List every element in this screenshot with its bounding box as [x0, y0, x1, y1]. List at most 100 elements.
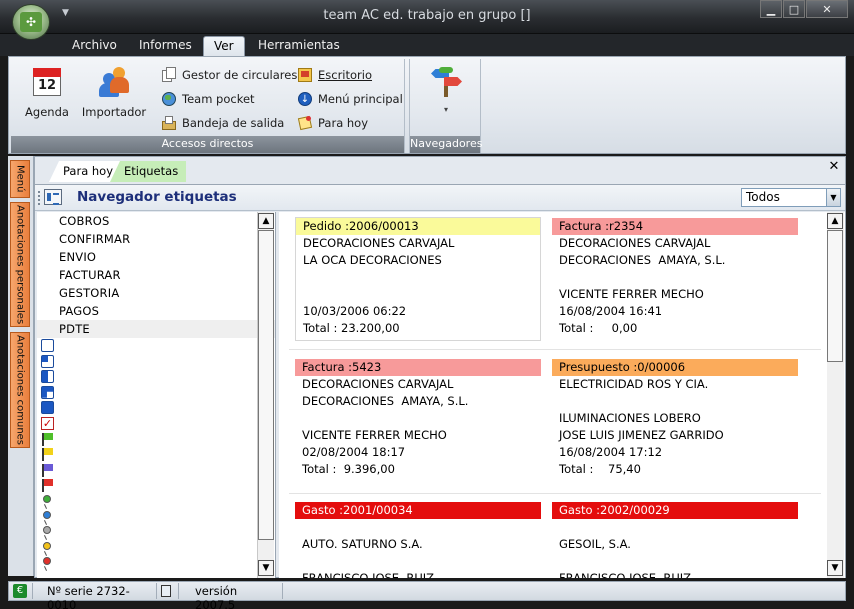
list-item[interactable]: PDTE	[37, 320, 275, 338]
progress-empty-icon[interactable]	[41, 338, 55, 353]
side-tab-menu[interactable]: Menú	[10, 160, 30, 198]
card-header: Gasto :2001/00034	[295, 502, 541, 519]
green-flag-icon[interactable]	[41, 432, 55, 447]
minimize-button[interactable]: ▁	[760, 0, 782, 18]
navegadores-button[interactable]: ▾	[426, 65, 466, 114]
card-factura[interactable]: Factura :r2354 DECORACIONES CARVAJAL DEC…	[552, 218, 798, 342]
cards-scroll-thumb[interactable]	[827, 230, 843, 362]
close-panel-icon[interactable]: ✕	[827, 160, 841, 175]
accesos-directos-label: Accesos directos	[11, 136, 404, 153]
agenda-button[interactable]: 12 Agenda	[21, 65, 73, 119]
card-line: 02/08/2004 18:17	[302, 445, 406, 459]
card-pedido[interactable]: Pedido :2006/00013 DECORACIONES CARVAJAL…	[295, 217, 541, 341]
green-pin-icon[interactable]	[41, 494, 55, 509]
progress-quarter-icon[interactable]	[41, 354, 55, 369]
card-line: JOSE LUIS JIMENEZ GARRIDO	[559, 428, 724, 442]
list-item[interactable]: PAGOS	[37, 302, 275, 320]
maximize-button[interactable]: □	[783, 0, 805, 18]
list-item[interactable]: FACTURAR	[37, 266, 275, 284]
list-item[interactable]: ENVIO	[37, 248, 275, 266]
red-flag-icon[interactable]	[41, 478, 55, 493]
card-divider	[289, 349, 551, 350]
importer-icon	[97, 65, 131, 99]
title-bar: ▼ team AC ed. trabajo en grupo [] ▁ □ ✕	[0, 0, 854, 34]
labels-list: COBROS CONFIRMAR ENVIO FACTURAR GESTORIA…	[37, 212, 276, 578]
purple-flag-icon[interactable]	[41, 463, 55, 478]
app-menu-button[interactable]: ✣	[12, 4, 50, 40]
list-item[interactable]: COBROS	[37, 212, 275, 230]
ribbon-tab-informes[interactable]: Informes	[129, 36, 202, 56]
bandeja-salida-button[interactable]: Bandeja de salida	[161, 113, 284, 133]
scroll-down-icon[interactable]: ▼	[827, 560, 843, 576]
ribbon-tab-archivo[interactable]: Archivo	[62, 36, 127, 56]
para-hoy-button[interactable]: Para hoy	[297, 113, 368, 133]
card-line	[552, 269, 798, 286]
cards-scrollbar[interactable]: ▲ ▼	[827, 212, 844, 578]
ribbon-tab-herramientas[interactable]: Herramientas	[248, 36, 350, 56]
card-divider	[551, 349, 821, 350]
card-line: LA OCA DECORACIONES	[303, 253, 442, 267]
menu-principal-button[interactable]: ↓ Menú principal	[297, 89, 403, 109]
list-item[interactable]: GESTORIA	[37, 284, 275, 302]
card-line	[295, 553, 541, 570]
checkmark-icon[interactable]: ✓	[41, 416, 55, 431]
outbox-icon	[161, 115, 177, 131]
side-tab-anotaciones-comunes[interactable]: Anotaciones comunes	[10, 332, 30, 448]
tab-etiquetas[interactable]: Etiquetas	[110, 161, 187, 182]
scroll-down-icon[interactable]: ▼	[258, 560, 274, 576]
gestor-circulares-button[interactable]: Gestor de circulares	[161, 65, 297, 85]
blue-pin-icon[interactable]	[41, 510, 55, 525]
ribbon: 12 Agenda Importador Gestor de circulare…	[8, 56, 846, 154]
group-accesos-directos: 12 Agenda Importador Gestor de circulare…	[11, 59, 405, 153]
chevron-down-icon[interactable]: ▼	[826, 189, 840, 206]
calculator-icon[interactable]	[157, 583, 179, 599]
version-label: versión 2007.5	[179, 583, 283, 609]
card-gasto[interactable]: Gasto :2002/00029 GESOIL, S.A. FRANCISCO…	[552, 502, 798, 578]
close-window-button[interactable]: ✕	[806, 0, 848, 18]
card-presupuesto[interactable]: Presupuesto :0/00006 ELECTRICIDAD ROS Y …	[552, 359, 798, 483]
gray-pin-icon[interactable]	[41, 525, 55, 540]
card-line: AUTO. SATURNO S.A.	[302, 537, 423, 551]
red-pin-icon[interactable]	[41, 556, 55, 571]
scroll-up-icon[interactable]: ▲	[827, 213, 843, 229]
scroll-up-icon[interactable]: ▲	[258, 213, 274, 229]
card-line: FRANCISCO JOSE RUIZ	[302, 571, 435, 578]
team-pocket-button[interactable]: Team pocket	[161, 89, 255, 109]
documents-icon	[161, 67, 177, 83]
navegadores-label: Navegadores	[410, 136, 482, 153]
yellow-pin-icon[interactable]	[41, 541, 55, 556]
navigator-toolbar: Navegador etiquetas Todos ▼	[35, 184, 845, 211]
card-line	[295, 519, 541, 536]
list-item[interactable]: CONFIRMAR	[37, 230, 275, 248]
card-line: Total : 23.200,00	[303, 321, 400, 335]
card-line	[296, 286, 540, 303]
agenda-label: Agenda	[25, 105, 69, 119]
ribbon-tab-ver[interactable]: Ver	[203, 36, 245, 56]
navigator-title: Navegador etiquetas	[77, 189, 237, 205]
progress-three-quarter-icon[interactable]	[41, 385, 55, 400]
tab-para-hoy[interactable]: Para hoy	[49, 161, 122, 182]
card-line: DECORACIONES AMAYA, S.L.	[559, 253, 726, 267]
escritorio-button[interactable]: Escritorio	[297, 65, 372, 85]
card-line	[552, 519, 798, 536]
filter-select[interactable]: Todos ▼	[741, 188, 841, 207]
card-line: DECORACIONES CARVAJAL	[559, 236, 711, 250]
card-line: 16/08/2004 16:41	[559, 304, 663, 318]
card-line: Total : 0,00	[559, 321, 638, 335]
importador-button[interactable]: Importador	[79, 65, 149, 119]
card-line: 10/03/2006 06:22	[303, 304, 407, 318]
card-line: VICENTE FERRER MECHO	[559, 287, 704, 301]
status-bar: € Nº serie 2732-0010 versión 2007.5	[8, 581, 846, 609]
side-tab-anotaciones-personales[interactable]: Anotaciones personales	[10, 202, 30, 327]
yellow-flag-icon[interactable]	[41, 447, 55, 462]
progress-complete-icon[interactable]	[41, 400, 55, 415]
toolbar-grip[interactable]	[38, 191, 41, 205]
card-line: VICENTE FERRER MECHO	[302, 428, 447, 442]
card-factura[interactable]: Factura :5423 DECORACIONES CARVAJAL DECO…	[295, 359, 541, 483]
list-scrollbar[interactable]: ▲ ▼	[257, 212, 274, 578]
progress-half-icon[interactable]	[41, 369, 55, 384]
euro-icon[interactable]: €	[13, 584, 27, 598]
card-line	[295, 410, 541, 427]
list-scroll-thumb[interactable]	[258, 230, 274, 540]
card-gasto[interactable]: Gasto :2001/00034 AUTO. SATURNO S.A. FRA…	[295, 502, 541, 578]
